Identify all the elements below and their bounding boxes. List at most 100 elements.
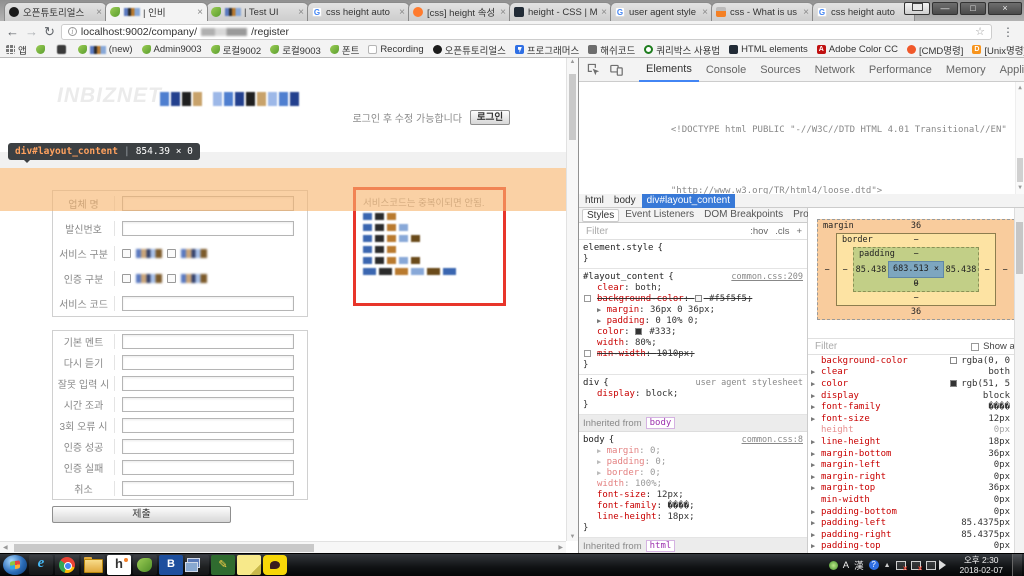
scroll-up-icon[interactable]: ▲ bbox=[1016, 83, 1024, 93]
text-input[interactable] bbox=[122, 334, 294, 349]
styles-tab[interactable]: Styles bbox=[582, 208, 620, 222]
browser-tab[interactable]: css height auto bbox=[307, 2, 410, 21]
network-status-icon[interactable] bbox=[925, 560, 936, 570]
ime-hanja-icon[interactable]: 漢 bbox=[854, 558, 864, 572]
computed-property-row[interactable]: ▶ clear both bbox=[808, 367, 1024, 379]
breadcrumb-selected[interactable]: div#layout_content bbox=[641, 193, 735, 208]
checkbox[interactable] bbox=[167, 249, 176, 258]
bookmark-item[interactable]: 폰트 bbox=[329, 43, 359, 57]
maximize-button[interactable]: □ bbox=[960, 2, 986, 15]
stylesheet-link[interactable]: common.css:8 bbox=[736, 435, 803, 446]
css-declaration[interactable]: ▶ padding 0 10% 0; bbox=[597, 316, 803, 327]
new-rule-button[interactable]: + bbox=[796, 226, 802, 237]
scrollbar-thumb[interactable] bbox=[1017, 158, 1023, 182]
inspect-element-icon[interactable] bbox=[583, 63, 604, 76]
padding-right-value[interactable]: 85.438 bbox=[944, 261, 978, 278]
bookmark-item[interactable]: 오픈튜토리얼스 bbox=[432, 43, 506, 57]
expand-arrow-icon[interactable]: ▶ bbox=[811, 450, 815, 458]
computed-property-row[interactable]: ▶ margin-right 0px bbox=[808, 471, 1024, 483]
computed-scrollbar[interactable] bbox=[1014, 208, 1024, 553]
rule-selector[interactable]: div bbox=[583, 378, 599, 389]
computed-property-row[interactable]: ▶ display block bbox=[808, 390, 1024, 402]
border-left-value[interactable]: − bbox=[837, 247, 853, 292]
margin-left-value[interactable]: − bbox=[818, 233, 836, 306]
bookmark-item[interactable] bbox=[56, 45, 69, 54]
minimize-button[interactable]: — bbox=[932, 2, 958, 15]
hover-state-button[interactable]: :hov bbox=[750, 226, 768, 237]
border-bottom-value[interactable]: − bbox=[837, 292, 995, 305]
browser-tab[interactable]: css height auto bbox=[812, 2, 915, 21]
bookmark-item[interactable]: 쿼리박스 사용법 bbox=[644, 43, 720, 57]
device-toolbar-icon[interactable] bbox=[606, 63, 627, 76]
bookmark-item[interactable]: HTML elements bbox=[729, 44, 808, 55]
browser-tab[interactable]: | 인비 bbox=[105, 2, 208, 21]
checkbox[interactable] bbox=[122, 274, 131, 283]
tab-close-icon[interactable] bbox=[500, 7, 506, 18]
expand-arrow-icon[interactable]: ▶ bbox=[597, 306, 601, 314]
tab-close-icon[interactable] bbox=[601, 7, 607, 18]
computed-property-row[interactable]: ▶ margin-bottom 36px bbox=[808, 448, 1024, 460]
layout-content-rule[interactable]: #layout_content { common.css:209 clear:… bbox=[579, 269, 807, 375]
rule-selector[interactable]: #layout_content bbox=[583, 272, 664, 283]
scrollbar-thumb[interactable] bbox=[1016, 222, 1023, 274]
ime-help-icon[interactable]: ? bbox=[868, 560, 879, 570]
scroll-down-icon[interactable]: ▼ bbox=[567, 534, 578, 540]
breadcrumb-body[interactable]: body bbox=[610, 195, 640, 206]
scroll-down-icon[interactable]: ▼ bbox=[1016, 183, 1024, 193]
bookmark-item[interactable]: 해쉬코드 bbox=[588, 43, 635, 57]
stylesheet-link[interactable]: common.css:209 bbox=[725, 272, 803, 283]
box-model-border[interactable]: border − − padding − 85.438 683.513 × 0 … bbox=[836, 233, 996, 306]
css-declaration[interactable]: ▶ padding 0; bbox=[597, 457, 803, 468]
scrollbar-thumb[interactable] bbox=[14, 544, 314, 552]
bookmark-item[interactable]: (new) bbox=[77, 44, 133, 55]
show-all-checkbox[interactable] bbox=[971, 342, 980, 351]
tab-close-icon[interactable] bbox=[96, 7, 102, 18]
breadcrumb-html[interactable]: html bbox=[581, 195, 608, 206]
scroll-up-icon[interactable]: ▲ bbox=[567, 59, 578, 65]
taskbar-app-icon[interactable] bbox=[81, 555, 105, 575]
body-rule[interactable]: body { common.css:8 ▶ margin: 0; ▶ padd… bbox=[579, 432, 807, 538]
devtools-tab[interactable]: Application bbox=[993, 58, 1024, 82]
expand-arrow-icon[interactable]: ▶ bbox=[811, 392, 815, 400]
text-input[interactable] bbox=[122, 481, 294, 496]
computed-property-row[interactable]: ▶ font-family ���� bbox=[808, 401, 1024, 413]
expand-arrow-icon[interactable]: ▶ bbox=[597, 447, 601, 455]
devtools-tab[interactable]: Sources bbox=[753, 58, 807, 82]
bookmark-item[interactable]: Admin9003 bbox=[141, 44, 202, 55]
computed-property-row[interactable]: ▶ padding-right 85.4375px bbox=[808, 529, 1024, 541]
ime-latin-icon[interactable]: A bbox=[843, 560, 849, 571]
styles-tab[interactable]: DOM Breakpoints bbox=[700, 209, 787, 222]
browser-tab[interactable]: height - CSS | M bbox=[509, 2, 612, 21]
browser-tab[interactable]: 오픈튜토리얼스 bbox=[4, 2, 107, 21]
reload-icon[interactable]: ↻ bbox=[44, 25, 55, 38]
box-model-padding[interactable]: padding − 85.438 683.513 × 0 85.438 − bbox=[853, 247, 979, 292]
taskbar-app-icon[interactable] bbox=[55, 555, 79, 575]
expand-arrow-icon[interactable]: ▶ bbox=[811, 438, 815, 446]
checkbox[interactable] bbox=[167, 274, 176, 283]
tab-close-icon[interactable] bbox=[399, 7, 405, 18]
browser-tab[interactable]: user agent style bbox=[610, 2, 713, 21]
inherited-node-chip[interactable]: body bbox=[645, 417, 676, 429]
bookmark-item[interactable] bbox=[35, 45, 48, 54]
content-size-value[interactable]: 683.513 × 0 bbox=[888, 261, 944, 289]
text-input[interactable] bbox=[122, 355, 294, 370]
computed-property-row[interactable]: background-color rgba(0, 0 bbox=[808, 355, 1024, 367]
bookmark-item[interactable]: [CMD명령] bbox=[906, 43, 963, 57]
css-declaration[interactable]: background-color #f5f5f5; bbox=[584, 294, 803, 305]
scroll-left-icon[interactable]: ◀ bbox=[3, 544, 8, 551]
expand-arrow-icon[interactable]: ▶ bbox=[597, 469, 601, 477]
taskbar-app-icon[interactable] bbox=[107, 555, 131, 575]
volume-icon[interactable] bbox=[938, 560, 951, 570]
css-declaration[interactable]: display block; bbox=[597, 389, 803, 400]
bookmark-item[interactable]: Recording bbox=[368, 44, 424, 55]
div-ua-rule[interactable]: div { user agent stylesheet display: bl… bbox=[579, 375, 807, 415]
page-vertical-scrollbar[interactable]: ▲ ▼ bbox=[566, 58, 578, 541]
tab-close-icon[interactable] bbox=[803, 7, 809, 18]
browser-tab[interactable]: css - What is us bbox=[711, 2, 814, 21]
scroll-right-icon[interactable]: ▶ bbox=[558, 544, 563, 551]
text-input[interactable] bbox=[122, 397, 294, 412]
text-input[interactable] bbox=[122, 221, 294, 236]
bookmark-item[interactable]: [Unix명령] bbox=[972, 43, 1024, 57]
padding-bottom-value[interactable]: − bbox=[854, 278, 978, 291]
text-input[interactable] bbox=[122, 376, 294, 391]
